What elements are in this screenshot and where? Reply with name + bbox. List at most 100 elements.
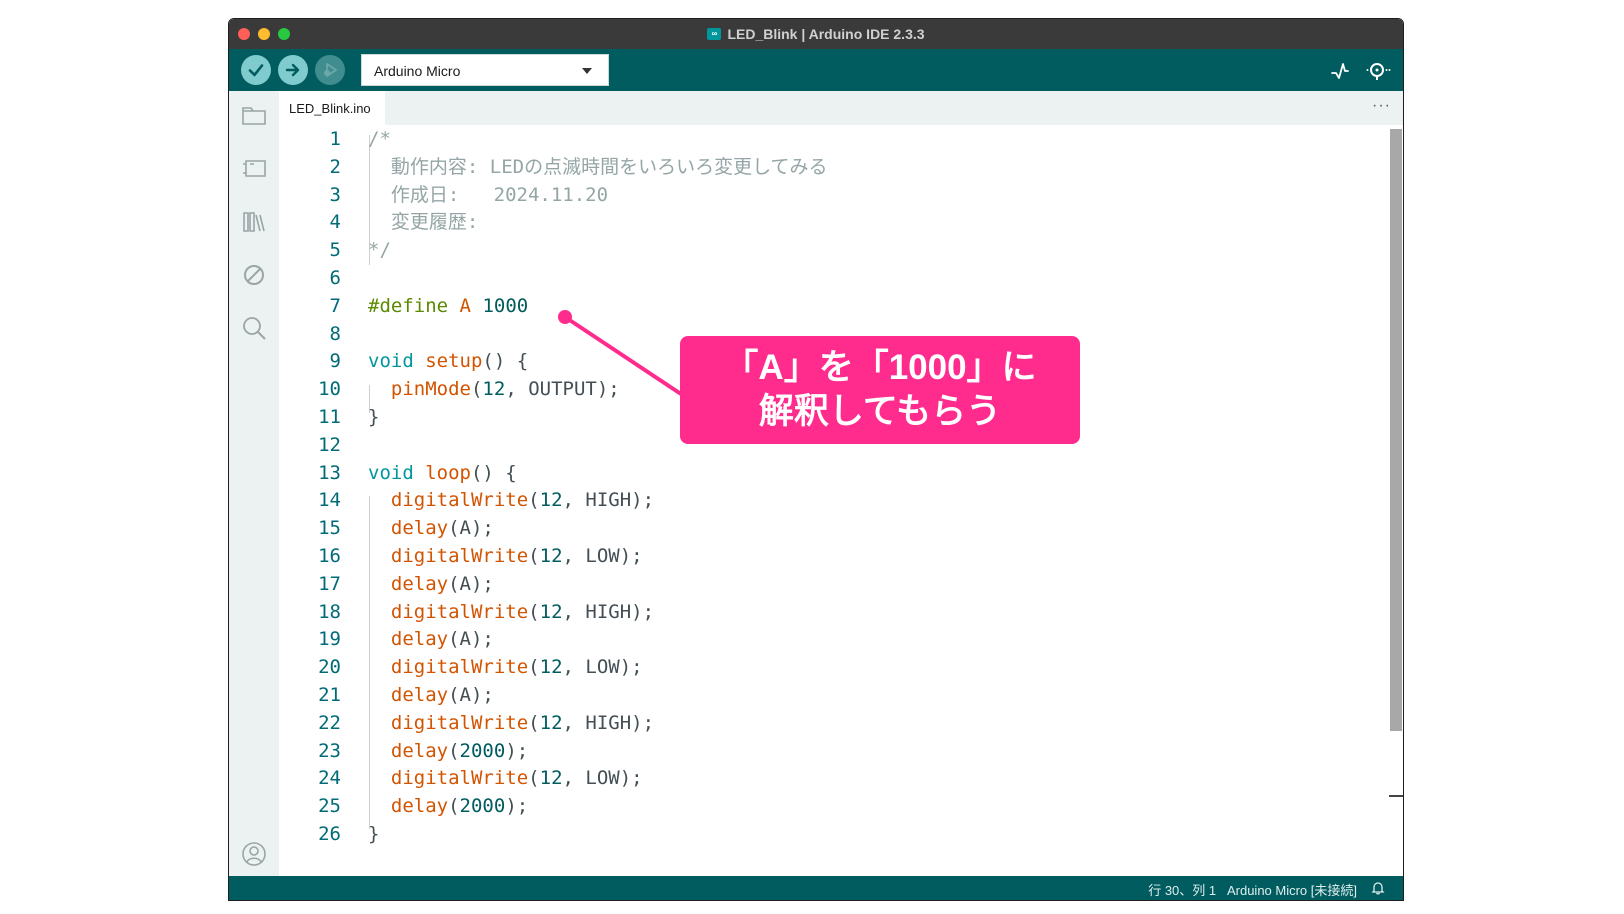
- tab-led-blink[interactable]: LED_Blink.ino: [279, 91, 385, 125]
- magnifier-dots-icon: [1366, 63, 1391, 80]
- code-text: delay(A);: [368, 681, 494, 709]
- line-number: 2: [329, 155, 341, 178]
- code-line[interactable]: 1 /*: [279, 125, 1403, 153]
- code-line[interactable]: 17 delay(A);: [279, 570, 1403, 598]
- code-token: (A);: [448, 572, 494, 595]
- line-number: 23: [318, 739, 341, 762]
- line-number: 9: [329, 350, 341, 373]
- code-line[interactable]: 13 void loop() {: [279, 459, 1403, 487]
- code-token: delay: [390, 684, 449, 706]
- code-line[interactable]: 18 digitalWrite(12, HIGH);: [279, 598, 1403, 626]
- code-token: delay: [390, 572, 449, 595]
- upload-button[interactable]: [278, 55, 308, 85]
- code-token: 12: [539, 489, 563, 512]
- code-token: , HIGH);: [562, 489, 655, 512]
- pulse-icon: [1331, 63, 1349, 79]
- code-text: digitalWrite(12, HIGH);: [368, 598, 654, 626]
- board-selector[interactable]: Arduino Micro: [361, 54, 609, 86]
- code-token: A: [459, 294, 471, 317]
- code-text: digitalWrite(12, LOW);: [368, 542, 643, 570]
- code-text: digitalWrite(12, HIGH);: [368, 709, 654, 737]
- chevron-down-icon: [582, 68, 592, 74]
- code-line[interactable]: 24 digitalWrite(12, LOW);: [279, 764, 1403, 792]
- code-line[interactable]: 3 作成日: 2024.11.20: [279, 181, 1403, 209]
- serial-monitor-button[interactable]: [1365, 58, 1391, 84]
- status-text: 行 30、列 1 Arduino Micro [未接続]: [1148, 883, 1357, 898]
- code-text: digitalWrite(12, HIGH);: [368, 486, 654, 514]
- line-number: 3: [329, 183, 341, 206]
- code-line[interactable]: 7 #define A 1000: [279, 292, 1403, 320]
- arduino-logo-icon: ∞: [707, 28, 722, 40]
- code-line[interactable]: 26}: [279, 820, 1403, 848]
- code-token: (: [448, 739, 460, 762]
- callout-line-1: 「A」を「1000」に: [723, 348, 1037, 387]
- code-token: 12: [539, 767, 563, 790]
- code-token: digitalWrite: [390, 767, 529, 790]
- code-line[interactable]: 5 */: [279, 236, 1403, 264]
- line-number: 12: [318, 433, 341, 456]
- serial-plotter-button[interactable]: [1327, 58, 1353, 84]
- code-line[interactable]: 2 動作内容: LEDの点滅時間をいろいろ変更してみる: [279, 153, 1403, 181]
- code-editor[interactable]: 1/* 2 動作内容: LEDの点滅時間をいろいろ変更してみる 3 作成日: 202…: [279, 125, 1403, 876]
- code-token: , HIGH);: [562, 600, 655, 623]
- code-text: delay(A);: [368, 625, 494, 653]
- code-line[interactable]: 14 digitalWrite(12, HIGH);: [279, 486, 1403, 514]
- debug-panel-button[interactable]: [240, 261, 268, 289]
- code-token: delay: [390, 739, 449, 762]
- verify-button[interactable]: [241, 55, 271, 85]
- boards-manager-button[interactable]: [240, 154, 268, 182]
- profile-button[interactable]: [240, 840, 268, 868]
- code-line[interactable]: 16 digitalWrite(12, LOW);: [279, 542, 1403, 570]
- code-line[interactable]: 21 delay(A);: [279, 681, 1403, 709]
- line-number: 10: [318, 378, 341, 401]
- code-token: }: [368, 823, 380, 845]
- more-options-icon[interactable]: ···: [1372, 97, 1391, 115]
- code-token: digitalWrite: [390, 545, 529, 567]
- sketchbook-button[interactable]: [240, 101, 268, 129]
- code-line[interactable]: 4 変更履歴:: [279, 208, 1403, 236]
- debug-button[interactable]: [315, 55, 345, 85]
- scrollbar-thumb[interactable]: [1390, 129, 1402, 731]
- sidebar: [229, 91, 279, 876]
- code-token: digitalWrite: [390, 711, 529, 734]
- board-icon: [243, 160, 266, 177]
- code-token: 12: [539, 656, 563, 679]
- line-number: 17: [318, 572, 341, 595]
- line-number: 4: [329, 211, 341, 234]
- toolbar: Arduino Micro: [229, 49, 1403, 91]
- bell-icon[interactable]: [1371, 881, 1385, 895]
- code-token: () {: [470, 461, 517, 484]
- code-line[interactable]: 25 delay(2000);: [279, 792, 1403, 820]
- line-number: 24: [318, 767, 341, 790]
- debug-icon: [324, 63, 337, 77]
- search-button[interactable]: [240, 314, 268, 342]
- code-token: 12: [539, 600, 563, 623]
- code-token: 1000: [482, 294, 529, 317]
- code-token: delay: [390, 628, 449, 651]
- code-text: 動作内容: LEDの点滅時間をいろいろ変更してみる: [368, 153, 828, 181]
- code-token: 12: [482, 378, 506, 401]
- line-number: 7: [329, 294, 341, 317]
- code-line[interactable]: 22 digitalWrite(12, HIGH);: [279, 709, 1403, 737]
- line-number: 6: [329, 267, 341, 289]
- library-manager-button[interactable]: [240, 208, 268, 236]
- code-line[interactable]: 19 delay(A);: [279, 625, 1403, 653]
- code-token: , HIGH);: [562, 711, 655, 734]
- code-line[interactable]: 20 digitalWrite(12, LOW);: [279, 653, 1403, 681]
- code-token: (: [528, 656, 540, 679]
- code-token: 2000: [459, 795, 506, 818]
- code-line[interactable]: 6: [279, 264, 1403, 292]
- code-line[interactable]: 23 delay(2000);: [279, 737, 1403, 765]
- code-text: delay(2000);: [368, 737, 528, 765]
- code-line[interactable]: 15 delay(A);: [279, 514, 1403, 542]
- window-title: LED_Blink | Arduino IDE 2.3.3: [727, 26, 925, 42]
- code-token: (: [528, 600, 540, 623]
- line-number: 11: [318, 406, 341, 428]
- code-text: 作成日: 2024.11.20: [368, 181, 608, 209]
